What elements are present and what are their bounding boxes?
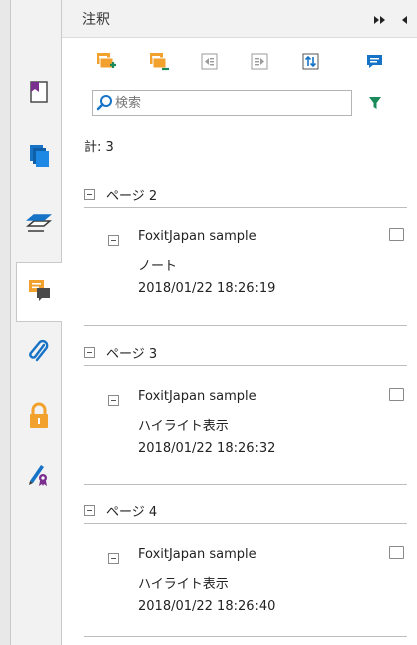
collapse-panel-icon — [399, 10, 409, 29]
collapse-all-button[interactable] — [197, 52, 223, 76]
security-lock-icon — [27, 402, 51, 434]
comment-type: ハイライト表示 — [138, 419, 229, 434]
comment-bubble-button[interactable] — [362, 52, 388, 76]
page-group-label: ページ 3 — [106, 346, 158, 362]
window-left-edge — [0, 0, 11, 645]
import-comments-button[interactable] — [94, 52, 120, 76]
search-icon — [96, 94, 114, 112]
tab-comments[interactable] — [16, 262, 62, 322]
expand-all-button[interactable] — [247, 52, 273, 76]
comment-date: 2018/01/22 18:26:40 — [138, 599, 276, 614]
comment-item[interactable]: FoxitJapan sample ハイライト表示 2018/01/22 18:… — [108, 388, 408, 480]
filter-button[interactable] — [365, 94, 385, 114]
tab-attachments[interactable] — [17, 326, 61, 382]
navigation-tab-bar — [11, 0, 62, 645]
comment-checkbox[interactable] — [389, 388, 404, 401]
comment-item[interactable]: FoxitJapan sample ハイライト表示 2018/01/22 18:… — [108, 546, 408, 638]
expand-all-icon — [250, 53, 270, 75]
search-box[interactable] — [92, 90, 352, 116]
tab-signatures[interactable] — [17, 448, 61, 504]
collapse-all-icon — [200, 53, 220, 75]
group-divider — [84, 636, 407, 637]
page-thumbnail-icon — [28, 80, 50, 108]
collapse-toggle-icon[interactable] — [84, 504, 95, 516]
tab-layers[interactable] — [17, 194, 61, 250]
group-divider — [84, 325, 407, 326]
page-group-label: ページ 4 — [106, 504, 158, 520]
comment-author: FoxitJapan sample — [138, 229, 257, 244]
page-group-label: ページ 2 — [106, 188, 158, 204]
group-divider — [84, 365, 407, 366]
comment-type: ハイライト表示 — [138, 577, 229, 592]
search-input[interactable] — [115, 93, 345, 113]
filter-icon — [368, 95, 382, 114]
comment-bubble-icon — [365, 53, 385, 75]
attachment-icon — [27, 339, 51, 369]
tab-security[interactable] — [17, 390, 61, 446]
page-group-header[interactable]: ページ 2 — [84, 181, 157, 207]
panel-header: 注釈 — [62, 0, 417, 38]
group-divider — [84, 207, 407, 208]
comment-date: 2018/01/22 18:26:19 — [138, 281, 276, 296]
comments-panel: 計: 3 ページ 2 FoxitJapan sample ノート 2018/01… — [62, 38, 417, 645]
comment-author: FoxitJapan sample — [138, 547, 257, 562]
tab-pages[interactable] — [17, 130, 61, 186]
comment-item[interactable]: FoxitJapan sample ノート 2018/01/22 18:26:1… — [108, 228, 408, 320]
collapse-toggle-icon[interactable] — [84, 346, 95, 358]
collapse-toggle-icon[interactable] — [84, 188, 95, 200]
group-divider — [84, 523, 407, 524]
comment-date: 2018/01/22 18:26:32 — [138, 441, 276, 456]
comment-checkbox[interactable] — [389, 546, 404, 559]
panel-title: 注釈 — [82, 12, 110, 28]
import-comments-icon — [96, 52, 118, 76]
page-group-header[interactable]: ページ 3 — [84, 339, 157, 365]
collapse-toggle-icon[interactable] — [108, 553, 119, 564]
collapse-toggle-icon[interactable] — [108, 395, 119, 406]
layers-icon — [25, 207, 53, 237]
pages-icon — [27, 143, 51, 173]
comments-icon — [27, 277, 53, 307]
collapse-toggle-icon[interactable] — [108, 235, 119, 246]
export-comments-icon — [149, 52, 171, 76]
fast-forward-button[interactable] — [370, 9, 390, 29]
tab-page-thumbnails[interactable] — [17, 66, 61, 122]
collapse-panel-button[interactable] — [394, 9, 414, 29]
fast-forward-icon — [373, 10, 387, 29]
signature-icon — [27, 461, 51, 491]
export-comments-button[interactable] — [147, 52, 173, 76]
comment-count: 計: 3 — [84, 140, 114, 155]
comment-author: FoxitJapan sample — [138, 389, 257, 404]
comment-type: ノート — [138, 259, 178, 274]
comment-checkbox[interactable] — [389, 228, 404, 241]
sort-icon — [301, 53, 321, 75]
page-group-header[interactable]: ページ 4 — [84, 497, 157, 523]
group-divider — [84, 484, 407, 485]
sort-button[interactable] — [298, 52, 324, 76]
